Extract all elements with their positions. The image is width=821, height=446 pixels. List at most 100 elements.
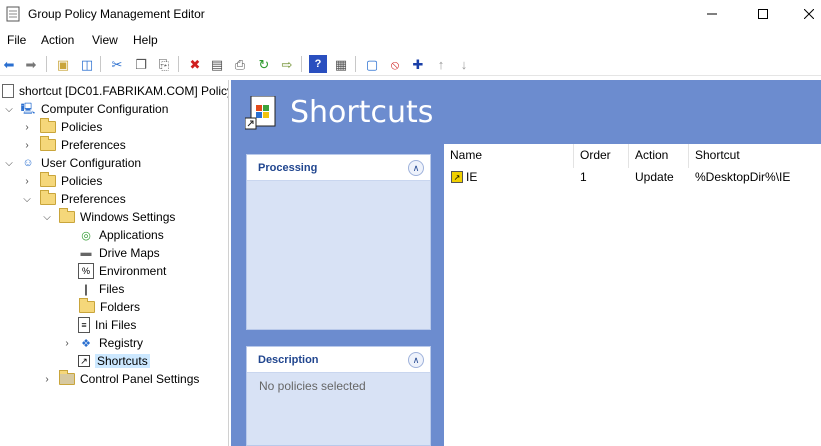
description-text: No policies selected xyxy=(259,379,366,393)
tree-item-user-preferences[interactable]: ⌵ Preferences xyxy=(0,190,126,208)
close-button[interactable] xyxy=(786,0,821,28)
delete-icon[interactable]: ✖ xyxy=(186,55,204,73)
chevron-right-icon[interactable]: › xyxy=(42,374,52,385)
tree-item-applications[interactable]: ◎ Applications xyxy=(0,226,164,244)
new-item-icon[interactable]: ▢ xyxy=(363,55,381,73)
chevron-down-icon[interactable]: ⌵ xyxy=(4,104,14,115)
cut-icon[interactable]: ✂ xyxy=(108,55,126,73)
folder-icon xyxy=(40,190,56,205)
processing-title: Processing xyxy=(258,162,318,174)
shortcut-icon: ↗ xyxy=(451,171,463,183)
window-title: Group Policy Management Editor xyxy=(28,7,205,21)
show-hide-pane-icon[interactable]: ▦ xyxy=(332,55,350,73)
tree-root[interactable]: shortcut [DC01.FABRIKAM.COM] Policy xyxy=(2,82,228,100)
collapse-chevron-icon[interactable]: ∧ xyxy=(408,352,424,368)
folder-icon xyxy=(59,208,75,223)
policy-document-icon xyxy=(6,6,20,22)
chevron-right-icon[interactable]: › xyxy=(22,176,32,187)
tree-item-policies[interactable]: › Policies xyxy=(0,118,102,136)
chevron-down-icon[interactable]: ⌵ xyxy=(22,194,32,205)
registry-icon: ❖ xyxy=(81,337,91,350)
toolbar-separator xyxy=(301,56,302,72)
row-name: IE xyxy=(466,170,478,184)
files-icon: ❙ xyxy=(81,283,91,296)
forward-arrow-icon[interactable]: ➡ xyxy=(22,55,40,73)
toolbar-separator xyxy=(355,56,356,72)
tree-item-preferences[interactable]: › Preferences xyxy=(0,136,126,154)
description-panel-header: Description ∧ xyxy=(247,347,430,373)
column-header-action[interactable]: Action xyxy=(635,148,668,166)
back-arrow-icon[interactable]: ⬅ xyxy=(0,55,18,73)
tree-item-ini-files[interactable]: ≡ Ini Files xyxy=(0,316,136,334)
minimize-button[interactable] xyxy=(689,0,735,28)
drive-icon: ▬ xyxy=(80,247,92,259)
tree-item-windows-settings[interactable]: ⌵ Windows Settings xyxy=(0,208,175,226)
chevron-down-icon[interactable]: ⌵ xyxy=(4,158,14,169)
computer-icon: 🖳 xyxy=(20,102,36,115)
print-icon[interactable]: ⎙ xyxy=(231,55,249,73)
column-header-order[interactable]: Order xyxy=(580,148,611,166)
environment-icon: % xyxy=(78,263,94,279)
menu-file[interactable]: File xyxy=(7,33,26,47)
policy-document-icon xyxy=(2,84,14,98)
tree-item-environment[interactable]: % Environment xyxy=(0,262,166,280)
page-title: Shortcuts xyxy=(290,95,434,130)
tree-item-user-policies[interactable]: › Policies xyxy=(0,172,102,190)
processing-panel: Processing ∧ xyxy=(246,154,431,330)
properties-icon[interactable]: ▤ xyxy=(208,55,226,73)
refresh-icon[interactable]: ↻ xyxy=(255,55,273,73)
folder-icon xyxy=(79,298,95,313)
shortcut-banner-icon xyxy=(245,96,276,130)
row-action: Update xyxy=(635,170,674,184)
copy-icon[interactable]: ❐ xyxy=(132,55,150,73)
collapse-chevron-icon[interactable]: ∧ xyxy=(408,160,424,176)
chevron-right-icon[interactable]: › xyxy=(22,122,32,133)
tree-item-drive-maps[interactable]: ▬ Drive Maps xyxy=(0,244,160,262)
tree-item-computer-configuration[interactable]: ⌵ 🖳 Computer Configuration xyxy=(0,100,168,118)
tree-item-folders[interactable]: Folders xyxy=(0,298,140,316)
chevron-right-icon[interactable]: › xyxy=(62,338,72,349)
description-panel: Description ∧ No policies selected xyxy=(246,346,431,446)
ini-file-icon: ≡ xyxy=(78,317,90,333)
help-icon[interactable]: ? xyxy=(309,55,327,73)
move-down-icon[interactable]: ↓ xyxy=(455,55,473,73)
chevron-down-icon[interactable]: ⌵ xyxy=(42,212,52,223)
navigation-tree: shortcut [DC01.FABRIKAM.COM] Policy ⌵ 🖳 … xyxy=(0,80,229,446)
paste-icon[interactable]: ⎘ xyxy=(155,55,173,73)
folder-icon xyxy=(40,172,56,187)
move-up-icon[interactable]: ↑ xyxy=(432,55,450,73)
chevron-right-icon[interactable]: › xyxy=(22,140,32,151)
tree-item-control-panel-settings[interactable]: › Control Panel Settings xyxy=(0,370,199,388)
tree-item-shortcuts[interactable]: ↗ Shortcuts xyxy=(0,352,150,370)
column-separator[interactable] xyxy=(573,144,574,168)
description-title: Description xyxy=(258,354,319,366)
column-header-name[interactable]: Name xyxy=(450,148,482,166)
export-icon[interactable]: ⇨ xyxy=(278,55,296,73)
applications-icon: ◎ xyxy=(81,229,91,242)
shortcut-icon: ↗ xyxy=(78,355,90,367)
menu-view[interactable]: View xyxy=(92,33,118,47)
tree-item-user-configuration[interactable]: ⌵ ☺ User Configuration xyxy=(0,154,141,172)
tree-item-files[interactable]: ❙ Files xyxy=(0,280,124,298)
column-separator[interactable] xyxy=(688,144,689,168)
column-separator[interactable] xyxy=(628,144,629,168)
processing-panel-header: Processing ∧ xyxy=(247,155,430,181)
row-order: 1 xyxy=(580,170,587,184)
toolbar-separator xyxy=(178,56,179,72)
shortcuts-list: Name Order Action Shortcut ↗ IE 1 Update… xyxy=(444,144,821,446)
disable-icon[interactable]: ⦸ xyxy=(386,55,404,73)
column-header-shortcut[interactable]: Shortcut xyxy=(695,148,740,166)
menu-action[interactable]: Action xyxy=(41,33,74,47)
toolbar-separator xyxy=(46,56,47,72)
details-pane: Shortcuts Processing ∧ Description ∧ No … xyxy=(231,80,821,446)
tree-item-registry[interactable]: › ❖ Registry xyxy=(0,334,143,352)
maximize-button[interactable] xyxy=(740,0,786,28)
menu-help[interactable]: Help xyxy=(133,33,158,47)
up-folder-icon[interactable]: ▣ xyxy=(54,55,72,73)
title-bar: Group Policy Management Editor xyxy=(0,0,821,28)
maximize-icon xyxy=(758,9,768,19)
show-hide-tree-icon[interactable]: ◫ xyxy=(78,55,96,73)
row-shortcut: %DesktopDir%\IE xyxy=(695,170,791,184)
add-icon[interactable]: ✚ xyxy=(409,55,427,73)
close-icon xyxy=(804,9,814,19)
